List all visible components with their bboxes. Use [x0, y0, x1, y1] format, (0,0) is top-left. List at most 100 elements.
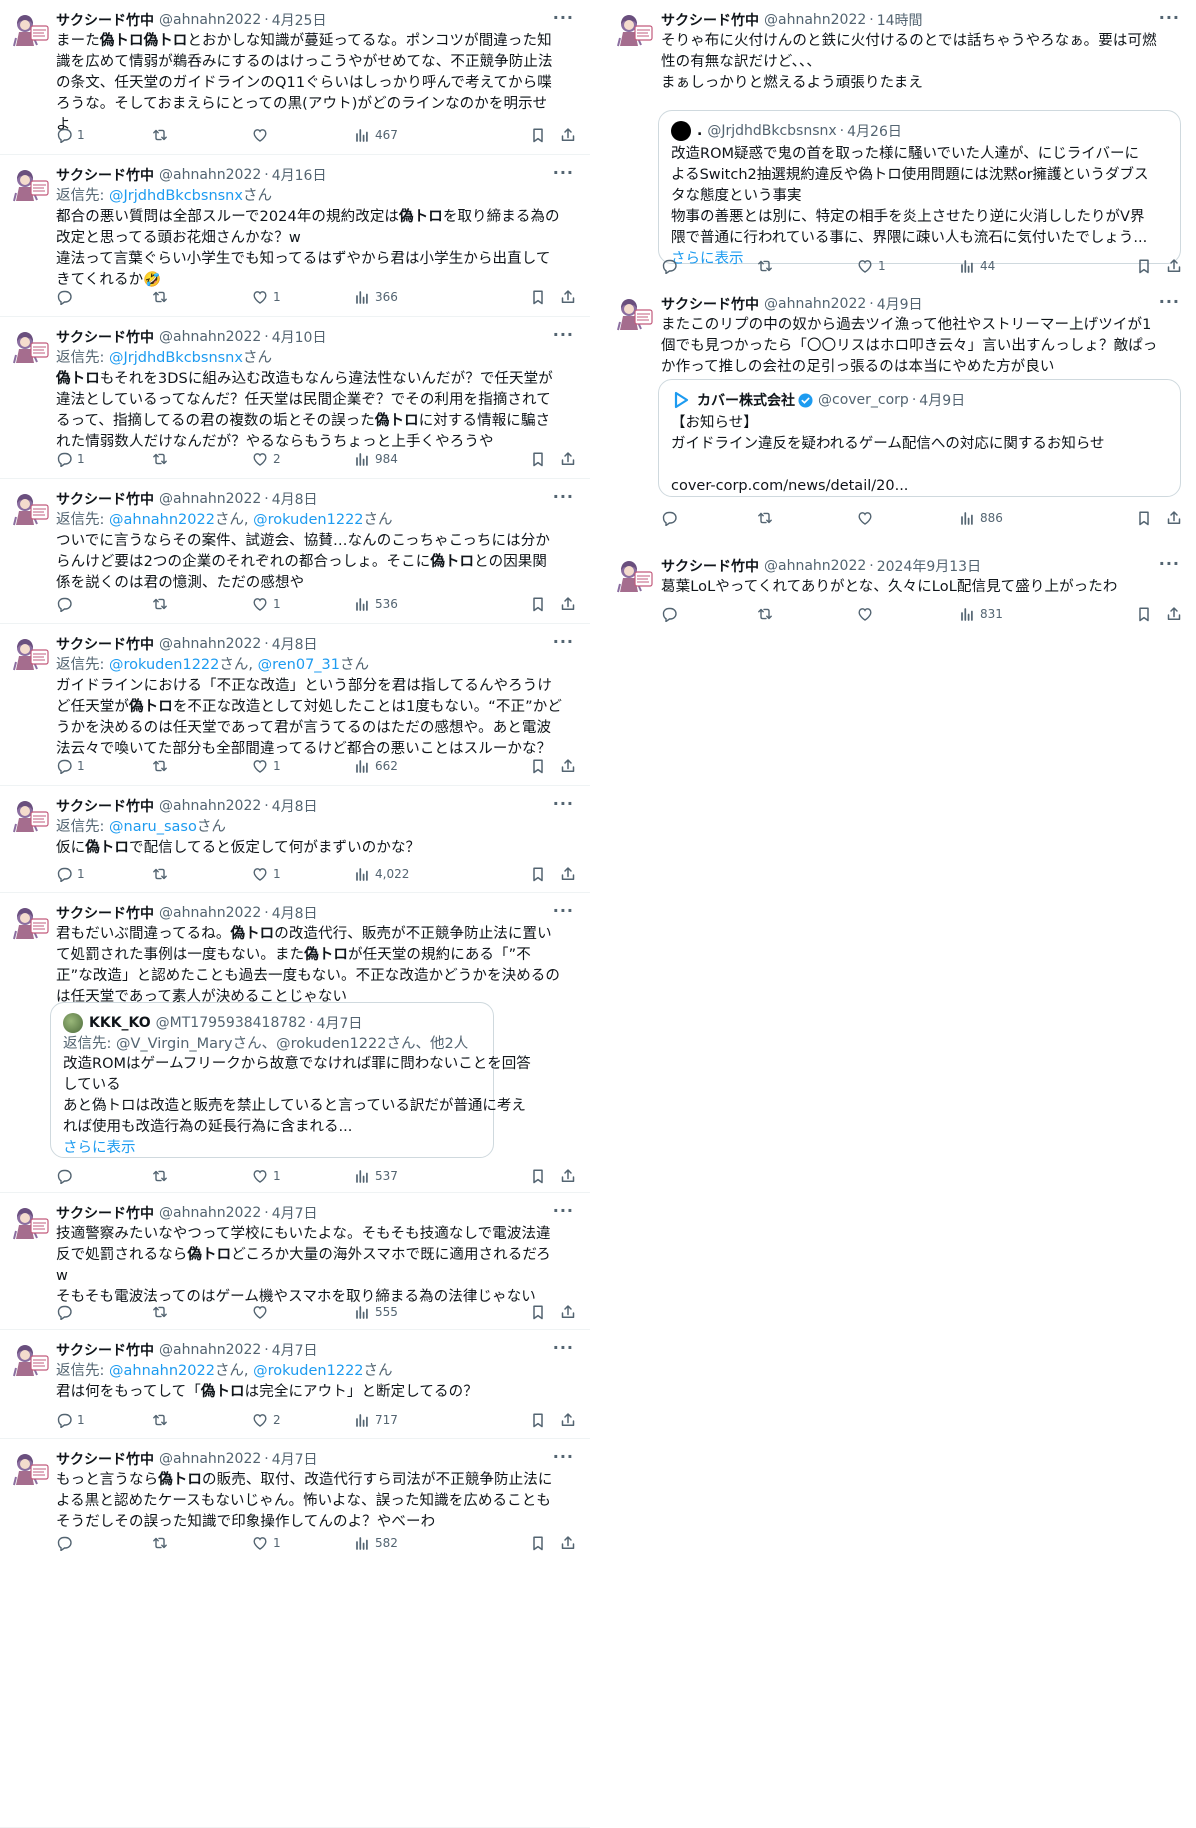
retweet-button[interactable]	[757, 510, 778, 526]
tweet[interactable]: サクシード竹中 @ahnahn2022 · 2024年9月13日 ··· 葛葉LoLやって…	[604, 546, 1196, 646]
reply-button[interactable]: 1	[56, 127, 85, 143]
reply-button[interactable]	[56, 1168, 77, 1184]
quoted-author-name[interactable]: .	[697, 123, 702, 139]
share-button[interactable]	[560, 1412, 576, 1428]
tweet[interactable]: サクシード竹中 @ahnahn2022 · 4月8日 ··· 君もだいぶ間違ってるね。偽ト…	[0, 893, 590, 1193]
reply-button[interactable]	[56, 1304, 77, 1320]
more-icon[interactable]: ···	[1159, 10, 1180, 26]
tweet[interactable]: サクシード竹中 @ahnahn2022 · 4月10日 ··· 返信先: @JrjdhdB…	[0, 317, 590, 479]
tweet-date[interactable]: 4月8日	[272, 796, 318, 816]
author-handle[interactable]: @ahnahn2022	[159, 798, 261, 814]
views-button[interactable]: 44	[959, 258, 995, 274]
more-icon[interactable]: ···	[1159, 556, 1180, 572]
more-icon[interactable]: ···	[553, 1340, 574, 1356]
avatar[interactable]	[11, 167, 49, 205]
tweet-date[interactable]: 4月8日	[272, 903, 318, 923]
avatar[interactable]	[11, 329, 49, 367]
retweet-button[interactable]	[152, 596, 173, 612]
views-button[interactable]: 536	[354, 596, 398, 612]
author-name[interactable]: サクシード竹中	[56, 327, 154, 347]
author-handle[interactable]: @ahnahn2022	[159, 329, 261, 345]
share-button[interactable]	[560, 596, 576, 612]
quoted-author-name[interactable]: カバー株式会社	[697, 390, 795, 410]
tweet[interactable]: サクシード竹中 @ahnahn2022 · 4月8日 ··· 返信先: @naru_sas…	[0, 786, 590, 893]
more-icon[interactable]: ···	[553, 634, 574, 650]
bookmark-button[interactable]	[530, 127, 546, 143]
bookmark-button[interactable]	[530, 758, 546, 774]
reply-button[interactable]: 1	[56, 758, 85, 774]
views-button[interactable]: 537	[354, 1168, 398, 1184]
like-button[interactable]	[857, 510, 878, 526]
tweet[interactable]: サクシード竹中 @ahnahn2022 · 4月7日 ··· 返信先: @ahnahn20…	[0, 1330, 590, 1439]
avatar[interactable]	[11, 798, 49, 836]
reply-to-link[interactable]: @rokuden1222	[109, 657, 219, 673]
views-button[interactable]: 886	[959, 510, 1003, 526]
author-handle[interactable]: @ahnahn2022	[159, 167, 261, 183]
reply-button[interactable]	[661, 606, 682, 622]
tweet[interactable]: サクシード竹中 @ahnahn2022 · 14時間 ··· そりゃ布に火付けんのと鉄に火…	[604, 0, 1196, 284]
reply-to-link[interactable]: @ren07_31	[258, 657, 340, 673]
avatar[interactable]	[11, 491, 49, 529]
tweet-date[interactable]: 2024年9月13日	[877, 556, 981, 576]
avatar[interactable]	[11, 1451, 49, 1489]
like-button[interactable]: 1	[857, 258, 886, 274]
tweet-date[interactable]: 4月10日	[272, 327, 327, 347]
tweet-date[interactable]: 4月7日	[272, 1449, 318, 1469]
author-name[interactable]: サクシード竹中	[56, 1449, 154, 1469]
author-name[interactable]: サクシード竹中	[56, 796, 154, 816]
share-button[interactable]	[560, 866, 576, 882]
author-name[interactable]: サクシード竹中	[56, 165, 154, 185]
tweet[interactable]: サクシード竹中 @ahnahn2022 · 4月7日 ··· もっと言うなら偽トロの販売、…	[0, 1439, 590, 1828]
retweet-button[interactable]	[152, 127, 173, 143]
avatar[interactable]	[615, 558, 653, 596]
bookmark-button[interactable]	[1136, 606, 1152, 622]
tweet[interactable]: サクシード竹中 @ahnahn2022 · 4月16日 ··· 返信先: @JrjdhdB…	[0, 155, 590, 317]
retweet-button[interactable]	[152, 1535, 173, 1551]
like-button[interactable]: 1	[252, 1168, 281, 1184]
views-button[interactable]: 555	[354, 1304, 398, 1320]
views-button[interactable]: 717	[354, 1412, 398, 1428]
views-button[interactable]: 984	[354, 451, 398, 467]
like-button[interactable]: 1	[252, 289, 281, 305]
share-button[interactable]	[1166, 606, 1182, 622]
more-icon[interactable]: ···	[553, 1203, 574, 1219]
reply-button[interactable]: 1	[56, 1412, 85, 1428]
retweet-button[interactable]	[152, 758, 173, 774]
tweet-date[interactable]: 4月16日	[272, 165, 327, 185]
share-button[interactable]	[560, 289, 576, 305]
retweet-button[interactable]	[757, 606, 778, 622]
like-button[interactable]: 1	[252, 596, 281, 612]
share-button[interactable]	[560, 1304, 576, 1320]
quoted-author-name[interactable]: KKK_KO	[89, 1015, 151, 1031]
reply-to-link[interactable]: @ahnahn2022	[109, 512, 215, 528]
reply-button[interactable]: 1	[56, 866, 85, 882]
like-button[interactable]: 1	[252, 866, 281, 882]
more-icon[interactable]: ···	[553, 489, 574, 505]
author-name[interactable]: サクシード竹中	[661, 294, 759, 314]
reply-to-link[interactable]: @rokuden1222	[253, 1363, 363, 1379]
reply-button[interactable]	[56, 289, 77, 305]
like-button[interactable]	[252, 127, 273, 143]
bookmark-button[interactable]	[530, 289, 546, 305]
views-button[interactable]: 467	[354, 127, 398, 143]
more-icon[interactable]: ···	[553, 1449, 574, 1465]
more-icon[interactable]: ···	[553, 903, 574, 919]
reply-to-link[interactable]: @JrjdhdBkcbsnsnx	[109, 188, 243, 204]
author-name[interactable]: サクシード竹中	[56, 903, 154, 923]
more-icon[interactable]: ···	[553, 327, 574, 343]
share-button[interactable]	[560, 127, 576, 143]
tweet[interactable]: サクシード竹中 @ahnahn2022 · 4月7日 ··· 技適警察みたいなやつって学校…	[0, 1193, 590, 1330]
show-more-link[interactable]: さらに表示	[63, 1138, 481, 1159]
author-name[interactable]: サクシード竹中	[56, 1203, 154, 1223]
retweet-button[interactable]	[152, 1412, 173, 1428]
like-button[interactable]: 1	[252, 758, 281, 774]
reply-button[interactable]	[661, 258, 682, 274]
retweet-button[interactable]	[152, 289, 173, 305]
tweet[interactable]: サクシード竹中 @ahnahn2022 · 4月8日 ··· 返信先: @rokuden1…	[0, 624, 590, 786]
avatar[interactable]	[11, 12, 49, 50]
tweet-date[interactable]: 4月25日	[272, 10, 327, 30]
retweet-button[interactable]	[152, 1304, 173, 1320]
quoted-tweet[interactable]: KKK_KO @MT1795938418782 · 4月7日 返信先: @V_Virgi…	[50, 1002, 531, 1159]
views-button[interactable]: 582	[354, 1535, 398, 1551]
reply-button[interactable]	[661, 510, 682, 526]
